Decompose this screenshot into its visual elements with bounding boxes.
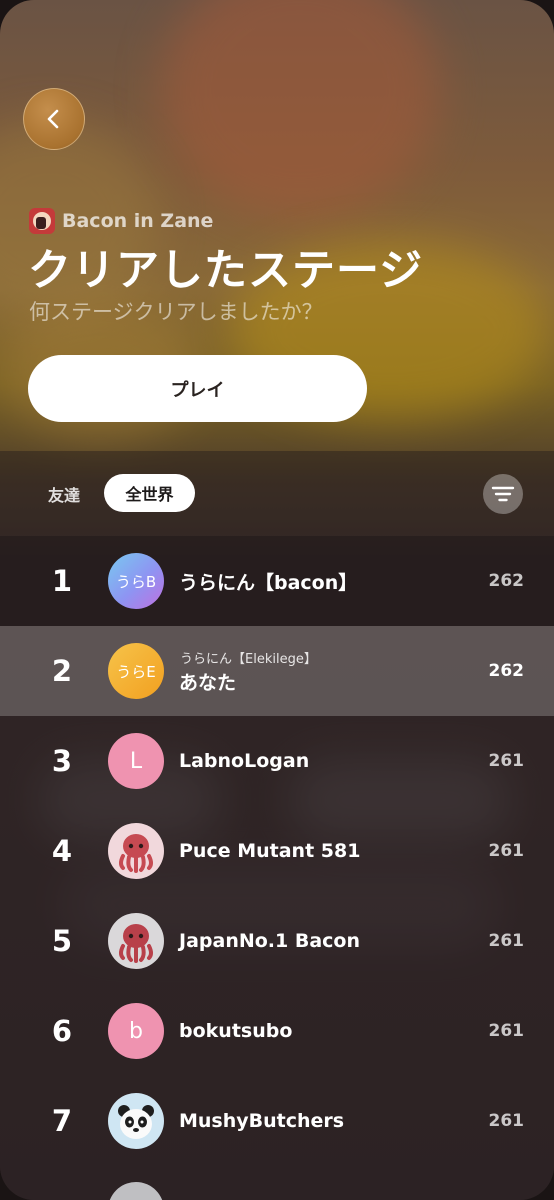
game-label: Bacon in Zane xyxy=(29,208,213,234)
leaderboard-row-current-player[interactable]: 2 うらE うらにん【Elekilege】 あなた 262 xyxy=(0,626,554,716)
player-score: 261 xyxy=(488,751,525,771)
play-button[interactable]: プレイ xyxy=(28,355,367,422)
player-name: LabnoLogan xyxy=(179,750,310,772)
back-button[interactable] xyxy=(23,88,85,150)
filter-button[interactable] xyxy=(483,474,523,514)
player-name: JapanNo.1 Bacon xyxy=(179,930,360,952)
rank-number: 7 xyxy=(51,1104,73,1138)
avatar-initials: L xyxy=(129,748,143,774)
avatar xyxy=(108,913,164,969)
leaderboard-row[interactable]: 4 Puce Mutant 581 261 xyxy=(0,806,554,896)
avatar-initials: うらE xyxy=(116,662,156,681)
rank-number: 6 xyxy=(51,1014,73,1048)
game-center-screen: Bacon in Zane クリアしたステージ 何ステージクリアしましたか？ プ… xyxy=(0,0,554,1200)
octopus-memoji-icon xyxy=(119,834,153,873)
avatar: L xyxy=(108,733,164,789)
rank-number: 5 xyxy=(51,924,73,958)
leaderboard-row[interactable]: 5 JapanNo.1 Bacon 261 xyxy=(0,896,554,986)
avatar-initials: b xyxy=(129,1018,143,1044)
leaderboard-row[interactable]: 1 うらB うらにん【bacon】 262 xyxy=(0,536,554,626)
leaderboard-list: 1 うらB うらにん【bacon】 262 2 うらE うらにん【Elekile… xyxy=(0,536,554,1166)
leaderboard-row[interactable]: 7 MushyButchers 261 xyxy=(0,1076,554,1166)
player-score: 262 xyxy=(488,571,525,591)
avatar: b xyxy=(108,1003,164,1059)
octopus-memoji-icon xyxy=(119,924,153,963)
player-name: MushyButchers xyxy=(179,1110,345,1132)
leaderboard-row[interactable]: 6 b bokutsubo 261 xyxy=(0,986,554,1076)
background-blur xyxy=(160,0,440,220)
avatar-initials: うらB xyxy=(115,572,157,591)
player-nickname: うらにん【Elekilege】 xyxy=(180,652,317,667)
panda-memoji-icon xyxy=(118,1105,154,1139)
rank-number: 2 xyxy=(51,654,73,688)
player-score: 261 xyxy=(488,931,525,951)
avatar xyxy=(108,1093,164,1149)
avatar xyxy=(108,823,164,879)
chevron-left-icon xyxy=(47,109,59,129)
page-subtitle: 何ステージクリアしましたか？ xyxy=(29,300,323,324)
player-name: bokutsubo xyxy=(179,1020,293,1042)
filter-lines-icon xyxy=(491,486,515,502)
page-title: クリアしたステージ xyxy=(28,246,424,296)
game-name: Bacon in Zane xyxy=(62,210,214,232)
leaderboard-row[interactable]: 3 L LabnoLogan 261 xyxy=(0,716,554,806)
player-name: うらにん【bacon】 xyxy=(179,571,358,594)
player-score: 261 xyxy=(488,1111,525,1131)
rank-number: 4 xyxy=(51,834,73,868)
tab-world[interactable]: 全世界 xyxy=(104,474,195,512)
game-app-icon xyxy=(29,208,55,234)
rank-number: 3 xyxy=(51,744,73,778)
player-score: 261 xyxy=(488,1021,525,1041)
avatar: うらE xyxy=(108,643,164,699)
player-score: 262 xyxy=(488,661,525,681)
player-score: 261 xyxy=(488,841,525,861)
player-name: あなた xyxy=(179,672,237,694)
player-name: Puce Mutant 581 xyxy=(179,840,361,862)
avatar: うらB xyxy=(108,553,164,609)
tab-friends[interactable]: 友達 xyxy=(38,475,90,513)
rank-number: 1 xyxy=(51,564,73,598)
